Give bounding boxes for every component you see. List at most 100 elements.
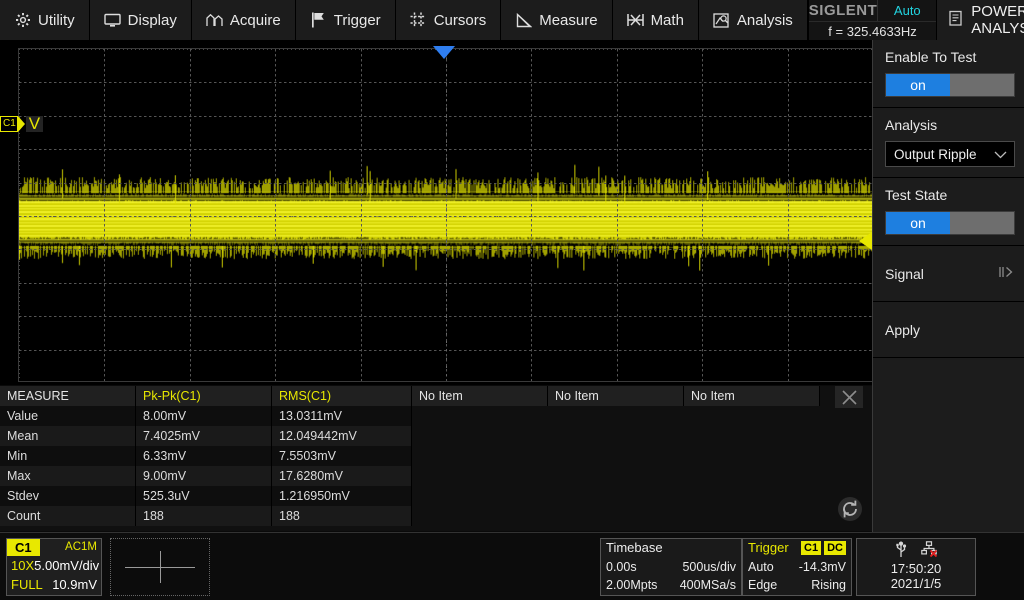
status-time: 17:50:20 — [890, 561, 942, 576]
row-value-1: 188 — [136, 506, 272, 526]
timebase-delay: 0.00s — [606, 559, 637, 574]
toggle-on-state[interactable]: on — [886, 74, 950, 96]
channel-offset-marker-c1[interactable]: C1 V — [0, 115, 44, 132]
menu-item-cursors[interactable]: Cursors — [395, 0, 502, 40]
menu-label: Cursors — [433, 11, 487, 29]
menu-item-acquire[interactable]: Acquire — [191, 0, 296, 40]
grid-vline — [617, 49, 618, 381]
analysis-dropdown[interactable]: Output Ripple — [885, 141, 1015, 167]
menu-item-measure[interactable]: Measure — [501, 0, 613, 40]
channel-offset: 10.9mV — [52, 577, 97, 593]
timebase-title: Timebase — [606, 540, 663, 556]
grid-vline — [190, 49, 191, 381]
menu-item-analysis[interactable]: Analysis — [698, 0, 808, 40]
toggle-on-state[interactable]: on — [886, 212, 950, 234]
test-state-toggle[interactable]: on — [885, 211, 1015, 235]
menu-item-utility[interactable]: Utility — [0, 0, 90, 40]
refresh-icon[interactable] — [837, 496, 863, 522]
channel-name: C1 — [7, 538, 40, 556]
math-icon — [626, 12, 644, 29]
grid-vline — [361, 49, 362, 381]
measure-header-row: MEASURE Pk-Pk(C1) RMS(C1) No Item No Ite… — [0, 386, 872, 406]
measure-column-1[interactable]: Pk-Pk(C1) — [136, 386, 272, 406]
row-value-2: 1.216950mV — [272, 486, 412, 506]
enable-to-test-label: Enable To Test — [885, 49, 977, 65]
measure-column-2[interactable]: RMS(C1) — [272, 386, 412, 406]
trigger-position-marker[interactable] — [433, 46, 455, 59]
row-label: Min — [0, 446, 136, 466]
menu-label: Acquire — [229, 11, 281, 29]
channel-bandwidth: FULL — [11, 577, 43, 593]
waveform-grid[interactable] — [18, 48, 872, 382]
clipboard-icon — [949, 10, 962, 30]
crosshair-grid-icon — [410, 12, 427, 29]
row-label: Count — [0, 506, 136, 526]
apply-label: Apply — [885, 321, 921, 338]
grid-vline — [702, 49, 703, 381]
channel-c1-badge[interactable]: C1 AC1M 10X 5.00mV/div FULL 10.9mV — [6, 537, 102, 596]
measure-column-3[interactable]: No Item — [412, 386, 548, 406]
signal-row[interactable]: Signal — [873, 246, 1024, 302]
gear-icon — [14, 12, 31, 29]
trigger-type: Edge — [748, 578, 778, 593]
measure-column-4[interactable]: No Item — [548, 386, 684, 406]
table-row: Min 6.33mV 7.5503mV — [0, 446, 872, 466]
status-clock-box: 17:50:20 2021/1/5 — [856, 537, 976, 596]
row-value-2: 12.049442mV — [272, 426, 412, 446]
table-row: Value 8.00mV 13.0311mV — [0, 406, 872, 426]
menu-item-trigger[interactable]: Trigger — [295, 0, 396, 40]
signal-label: Signal — [885, 265, 924, 282]
toggle-off-state[interactable] — [950, 212, 1014, 234]
trigger-box[interactable]: Trigger C1 DC Auto -14.3mV Edge Rising — [742, 537, 852, 596]
panel-title-bar: POWER ANALYSIS — [937, 0, 1024, 40]
chevron-down-icon — [994, 147, 1007, 162]
brand-logo: SIGLENT — [808, 0, 879, 21]
row-value-2: 188 — [272, 506, 412, 526]
apply-button[interactable]: Apply — [873, 302, 1024, 358]
analysis-icon — [713, 12, 730, 29]
trigger-mode-status: Auto — [893, 3, 921, 18]
flag-icon — [310, 12, 327, 29]
lan-disconnected-icon — [920, 541, 938, 562]
brand-status-box: SIGLENT Auto f = 325.4633Hz — [807, 0, 938, 40]
row-label: Stdev — [0, 486, 136, 506]
row-label: Value — [0, 406, 136, 426]
measure-icon — [515, 12, 532, 29]
enable-to-test-section: Enable To Test on — [873, 40, 1024, 108]
timebase-sample-rate: 400MSa/s — [679, 578, 736, 593]
trigger-mode: Auto — [748, 559, 774, 574]
menu-label: Display — [127, 11, 177, 29]
row-value-1: 9.00mV — [136, 466, 272, 486]
enable-to-test-toggle[interactable]: on — [885, 73, 1015, 97]
channel-unit-label: V — [25, 115, 44, 132]
close-icon[interactable] — [835, 386, 863, 408]
menu-label: Analysis — [736, 11, 793, 29]
row-label: Mean — [0, 426, 136, 446]
channel-marker-label: C1 — [0, 116, 18, 132]
row-value-1: 7.4025mV — [136, 426, 272, 446]
toggle-off-state[interactable] — [950, 74, 1014, 96]
menu-item-math[interactable]: Math — [612, 0, 699, 40]
row-value-2: 7.5503mV — [272, 446, 412, 466]
waveform-area: C1 V — [0, 40, 872, 385]
offset-crosshair-indicator[interactable] — [110, 537, 210, 596]
oscilloscope-screen: Utility Display Acquire Trigger Cursors … — [0, 0, 1024, 600]
menu-label: Utility — [38, 11, 75, 29]
grid-vline — [275, 49, 276, 381]
menu-item-display[interactable]: Display — [89, 0, 192, 40]
timebase-box[interactable]: Timebase 0.00s 500us/div 2.00Mpts 400MSa… — [600, 537, 742, 596]
analysis-section: Analysis Output Ripple — [873, 108, 1024, 178]
power-analysis-panel: Enable To Test on Analysis Output Ripple… — [872, 40, 1024, 532]
trigger-level-marker[interactable] — [859, 232, 872, 250]
menu-label: Measure — [539, 11, 598, 29]
row-label: Max — [0, 466, 136, 486]
measure-title: MEASURE — [0, 386, 136, 406]
grid-vline — [104, 49, 105, 381]
grid-vline — [531, 49, 532, 381]
table-row: Count 188 188 — [0, 506, 872, 526]
menu-label: Math — [650, 11, 684, 29]
table-row: Stdev 525.3uV 1.216950mV — [0, 486, 872, 506]
analysis-label: Analysis — [885, 117, 938, 133]
monitor-icon — [103, 12, 121, 29]
measure-column-5[interactable]: No Item — [684, 386, 820, 406]
